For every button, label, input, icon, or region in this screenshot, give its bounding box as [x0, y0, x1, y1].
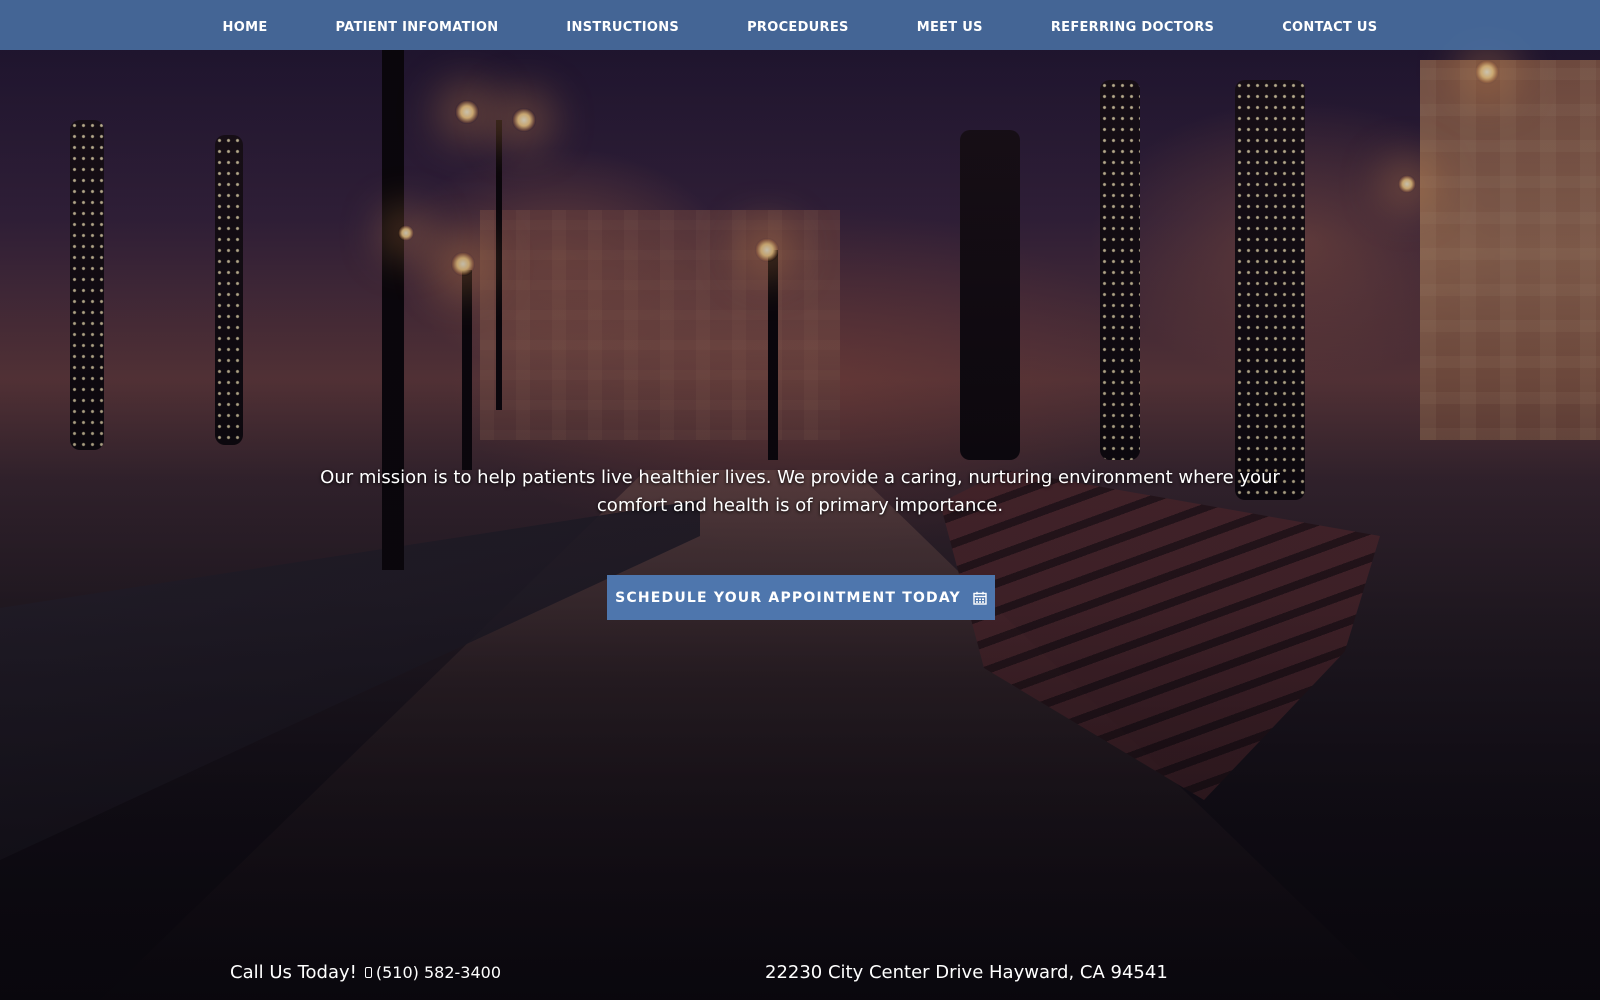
- mission-statement: Our mission is to help patients live hea…: [320, 467, 1280, 516]
- schedule-appointment-button[interactable]: SCHEDULE YOUR APPOINTMENT TODAY: [607, 575, 995, 620]
- mobile-phone-icon: [364, 967, 372, 978]
- schedule-appointment-label: SCHEDULE YOUR APPOINTMENT TODAY: [615, 589, 961, 606]
- contact-info-bar: Call Us Today! (510) 582-3400 22230 City…: [0, 940, 1600, 1000]
- nav-item-referring-doctors[interactable]: REFERRING DOCTORS: [1017, 20, 1248, 35]
- call-us-label: Call Us Today!: [230, 962, 357, 983]
- nav-item-home[interactable]: HOME: [189, 20, 302, 35]
- nav-menu: HOME PATIENT INFOMATION INSTRUCTIONS PRO…: [189, 16, 1412, 35]
- nav-item-contact-us[interactable]: CONTACT US: [1248, 20, 1411, 35]
- main-navigation: HOME PATIENT INFOMATION INSTRUCTIONS PRO…: [0, 0, 1600, 50]
- nav-item-procedures[interactable]: PROCEDURES: [713, 20, 883, 35]
- office-address: 22230 City Center Drive Hayward, CA 9454…: [765, 962, 1168, 983]
- phone-link[interactable]: (510) 582-3400: [364, 963, 502, 982]
- calendar-icon: [973, 591, 987, 605]
- nav-item-patient-information[interactable]: PATIENT INFOMATION: [302, 20, 533, 35]
- nav-item-meet-us[interactable]: MEET US: [883, 20, 1017, 35]
- nav-item-instructions[interactable]: INSTRUCTIONS: [532, 20, 713, 35]
- phone-number: (510) 582-3400: [375, 963, 502, 982]
- call-us-group: Call Us Today! (510) 582-3400: [230, 962, 501, 983]
